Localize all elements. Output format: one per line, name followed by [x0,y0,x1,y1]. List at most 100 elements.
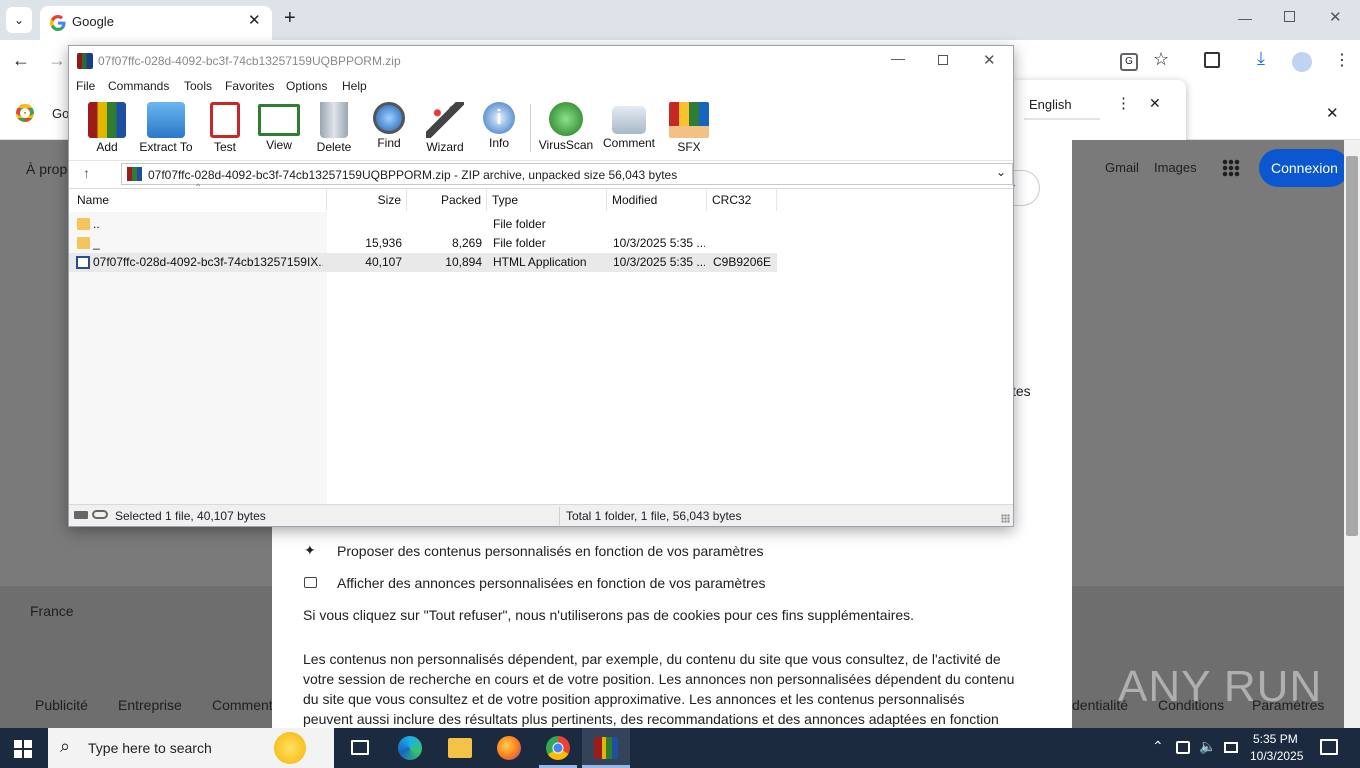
translate-options-icon[interactable]: ⋮ [1116,94,1131,112]
wizard-button[interactable]: Wizard [415,96,475,158]
menu-options[interactable]: Options [286,79,327,93]
browser-tab-strip: ⌄ Google ✕ + — ✕ [0,0,1360,40]
tray-volume-icon[interactable]: 🔈 [1199,738,1216,755]
column-size[interactable]: Size [327,189,407,211]
translate-language-tab[interactable]: English [1029,97,1072,112]
info-button[interactable]: i Info [469,96,529,158]
winrar-menubar: File Commands Tools Favorites Options He… [69,76,1013,96]
file-row[interactable]: .. File folder [69,215,777,234]
status-divider [559,507,560,525]
resize-grip-icon[interactable] [1001,514,1010,523]
column-modified[interactable]: Modified [607,189,707,211]
new-tab-button[interactable]: + [284,7,296,30]
menu-commands[interactable]: Commands [108,79,169,93]
footer-link-comment[interactable]: Comment [212,697,273,713]
winrar-titlebar[interactable]: 07f07ffc-028d-4092-bc3f-74cb13257159UQBP… [69,46,1013,76]
comment-button[interactable]: Comment [599,96,659,158]
menu-help[interactable]: Help [342,79,367,93]
edge-icon[interactable] [398,736,422,760]
browser-tab-google[interactable]: Google ✕ [40,6,272,40]
infobar-close-icon[interactable]: ✕ [1326,104,1339,122]
file-row[interactable]: _ 15,936 8,269 File folder 10/3/2025 5:3… [69,234,777,253]
google-logo-icon [50,15,66,31]
menu-tools[interactable]: Tools [184,79,212,93]
forward-arrow-icon[interactable]: → [48,50,66,71]
restore-icon[interactable] [1284,11,1295,22]
clock-date[interactable]: 10/3/2025 [1250,749,1303,763]
clock-time[interactable]: 5:35 PM [1253,732,1298,746]
file-modified: 10/3/2025 5:35 ... [613,255,705,269]
up-folder-icon[interactable]: ↑ [83,165,90,181]
extract-folder-icon [147,102,185,138]
test-label: Test [213,140,236,154]
test-button[interactable]: Test [195,96,255,158]
back-arrow-icon[interactable]: ← [12,50,30,71]
tray-network-icon[interactable] [1176,741,1190,754]
file-explorer-icon[interactable] [448,738,472,758]
chrome-taskbar-icon[interactable] [546,736,570,760]
apps-grid-icon[interactable] [1222,159,1240,177]
winrar-maximize-icon[interactable] [938,55,948,65]
column-packed[interactable]: Packed [407,189,487,211]
column-type[interactable]: Type [487,189,607,211]
tray-display-icon[interactable] [1224,742,1238,753]
images-link[interactable]: Images [1154,160,1197,175]
menu-favorites[interactable]: Favorites [225,79,274,93]
delete-button[interactable]: Delete [304,96,364,158]
task-view-icon[interactable] [351,740,369,755]
file-type: File folder [493,217,546,231]
minimize-icon[interactable]: — [1238,10,1252,26]
view-button[interactable]: View [249,96,309,158]
bookmark-star-icon[interactable]: ☆ [1153,49,1169,70]
translate-tab-underline [1024,118,1100,120]
path-dropdown-icon[interactable]: ⌄ [996,165,1006,179]
virusscan-button[interactable]: VirusScan [536,96,596,158]
winrar-minimize-icon[interactable]: — [891,50,905,66]
file-modified: 10/3/2025 5:35 ... [613,236,705,250]
chrome-menu-icon[interactable]: ⋮ [1334,50,1350,70]
page-scrollbar-thumb[interactable] [1346,156,1358,536]
menu-file[interactable]: File [76,79,95,93]
winrar-toolbar: Add Extract To Test View Delete Find Wiz… [69,96,1013,158]
delete-label: Delete [316,140,352,154]
winrar-address-bar: ↑ 07f07ffc-028d-4092-bc3f-74cb13257159UQ… [69,160,1013,186]
extract-to-button[interactable]: Extract To [135,96,197,158]
path-field[interactable]: 07f07ffc-028d-4092-bc3f-74cb13257159UQBP… [121,163,1013,185]
search-highlight-sun-icon [274,732,306,764]
test-clipboard-icon [210,102,240,138]
file-name: _ [93,236,100,250]
close-window-icon[interactable]: ✕ [1329,8,1342,26]
winrar-taskbar-icon [594,737,618,759]
tab-search-button[interactable]: ⌄ [6,7,32,33]
winrar-taskbar-button[interactable] [582,728,630,768]
sign-in-button[interactable]: Connexion [1259,149,1349,187]
ads-icon [304,577,317,588]
folder-icon [77,218,90,230]
windows-start-icon[interactable] [14,740,32,758]
notification-icon[interactable] [1320,739,1338,755]
toolbar-separator [530,104,531,152]
find-button[interactable]: Find [359,96,419,158]
footer-link-entreprise[interactable]: Entreprise [118,697,182,713]
winrar-close-icon[interactable]: ✕ [983,51,996,69]
translate-close-icon[interactable]: ✕ [1149,95,1161,112]
firefox-icon[interactable] [497,736,521,760]
refuse-note: Si vous cliquez sur "Tout refuser", nous… [303,607,915,623]
close-tab-icon[interactable]: ✕ [248,11,261,29]
file-row-selected[interactable]: 07f07ffc-028d-4092-bc3f-74cb13257159IX..… [69,253,777,272]
download-icon[interactable]: ⤓ [1257,48,1265,69]
translate-icon[interactable]: G [1120,53,1138,71]
gmail-link[interactable]: Gmail [1105,160,1139,175]
profile-avatar-icon[interactable] [1292,52,1312,72]
path-text: 07f07ffc-028d-4092-bc3f-74cb13257159UQBP… [148,168,678,182]
footer-link-publicite[interactable]: Publicité [35,697,88,713]
consent-item-ads: Afficher des annonces personnalisées en … [337,575,766,591]
sfx-label: SFX [677,140,701,154]
taskbar-search-box[interactable]: ⌕ Type here to search [48,728,334,768]
column-crc32[interactable]: CRC32 [707,189,777,211]
sfx-button[interactable]: SFX [659,96,719,158]
file-type: HTML Application [493,255,587,269]
tray-chevron-icon[interactable]: ⌃ [1152,738,1164,755]
extensions-puzzle-icon[interactable] [1204,52,1220,68]
add-button[interactable]: Add [77,96,137,158]
